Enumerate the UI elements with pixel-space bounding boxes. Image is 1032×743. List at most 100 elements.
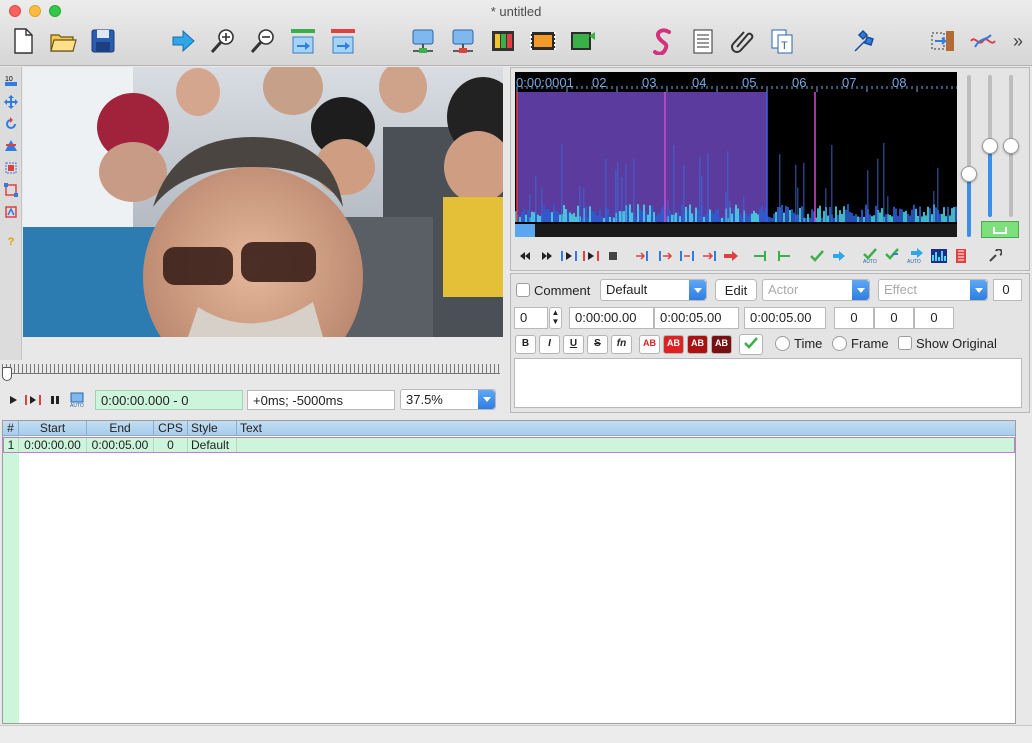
drag-tool-icon[interactable] xyxy=(3,94,19,110)
overflow-chevron-icon[interactable]: » xyxy=(1008,26,1028,56)
snap-end-icon[interactable] xyxy=(328,26,358,56)
standard-tool-icon[interactable]: 10 xyxy=(3,72,19,88)
rotate-xy-tool-icon[interactable] xyxy=(3,138,19,154)
play-500ms-after-icon[interactable] xyxy=(655,245,675,267)
margin-left-field[interactable]: 0 xyxy=(834,307,874,329)
attachments-icon[interactable] xyxy=(728,26,758,56)
play-selection-icon[interactable] xyxy=(559,245,579,267)
auto-next-icon[interactable] xyxy=(883,245,903,267)
italic-button[interactable]: I xyxy=(539,335,560,354)
auto-scroll-icon[interactable]: AUTO xyxy=(67,389,87,411)
play-icon[interactable] xyxy=(3,389,23,411)
styles-manager-icon[interactable] xyxy=(648,26,678,56)
table-row[interactable]: 1 0:00:00.00 0:00:05.00 0 Default xyxy=(3,437,1015,453)
column-header-end[interactable]: End xyxy=(87,421,154,436)
help-icon[interactable]: ? xyxy=(3,234,19,250)
subtitle-grid[interactable]: # Start End CPS Style Text 1 0:00:00.00 … xyxy=(2,420,1016,724)
audio-spectrum[interactable]: 0:00:0001 02 03 04 05 06 07 08 xyxy=(515,72,957,237)
video-time-display[interactable]: 0:00:00.000 - 0 xyxy=(95,390,243,410)
comment-checkbox[interactable] xyxy=(516,283,530,297)
link-sliders-button[interactable] xyxy=(981,221,1019,238)
jump-to-icon[interactable] xyxy=(168,26,198,56)
time-radio[interactable] xyxy=(775,336,790,351)
column-header-start[interactable]: Start xyxy=(19,421,87,436)
effect-select[interactable]: Effect xyxy=(878,279,988,301)
edit-style-button[interactable]: Edit xyxy=(715,279,757,301)
timecodes-icon[interactable] xyxy=(568,26,598,56)
prev-line-icon[interactable] xyxy=(515,245,535,267)
layer-stepper[interactable]: ▲ ▼ xyxy=(549,307,562,329)
play-to-end-icon[interactable] xyxy=(721,245,741,267)
spectrum-mode-icon[interactable] xyxy=(929,245,949,267)
clip-rect-tool-icon[interactable] xyxy=(3,182,19,198)
auto-scroll-audio-icon[interactable]: AUTO xyxy=(905,245,925,267)
subtitle-text-editor[interactable] xyxy=(514,358,1022,408)
column-header-text[interactable]: Text xyxy=(237,421,1015,436)
strikeout-button[interactable]: S xyxy=(587,335,608,354)
column-header-cps[interactable]: CPS xyxy=(154,421,188,436)
audio-volume-slider[interactable] xyxy=(967,75,971,237)
style-select[interactable]: Default xyxy=(600,279,707,301)
zoom-in-icon[interactable] xyxy=(208,26,238,56)
end-time-field[interactable]: 0:00:05.00 xyxy=(654,307,739,329)
layer-field[interactable]: 0 xyxy=(514,307,548,329)
column-header-style[interactable]: Style xyxy=(188,421,237,436)
show-original-checkbox[interactable] xyxy=(898,336,912,350)
translation-icon[interactable]: T xyxy=(768,26,798,56)
properties-icon[interactable] xyxy=(688,26,718,56)
underline-button[interactable]: U xyxy=(563,335,584,354)
zoom-out-icon[interactable] xyxy=(248,26,278,56)
go-to-next-icon[interactable] xyxy=(829,245,849,267)
spell-check-icon[interactable] xyxy=(968,26,998,56)
vertical-zoom-knob[interactable] xyxy=(1003,138,1019,154)
play-last-500ms-icon[interactable] xyxy=(699,245,719,267)
actor-select[interactable]: Actor xyxy=(762,279,870,301)
video-select-icon[interactable] xyxy=(408,26,438,56)
duration-field[interactable]: 0:00:05.00 xyxy=(744,307,826,329)
font-button[interactable]: fn xyxy=(611,335,632,354)
secondary-color-button[interactable]: AB xyxy=(663,335,684,354)
video-select-end-icon[interactable] xyxy=(448,26,478,56)
snap-start-icon[interactable] xyxy=(288,26,318,56)
shadow-color-button[interactable]: AB xyxy=(711,335,732,354)
video-zoom-select[interactable]: 37.5% xyxy=(400,389,496,410)
bold-button[interactable]: B xyxy=(515,335,536,354)
karaoke-mode-icon[interactable] xyxy=(951,245,971,267)
play-500ms-before-icon[interactable] xyxy=(633,245,653,267)
margin-right-field[interactable]: 0 xyxy=(874,307,914,329)
outline-color-button[interactable]: AB xyxy=(687,335,708,354)
next-line-icon[interactable] xyxy=(537,245,557,267)
open-folder-icon[interactable] xyxy=(48,26,78,56)
volume-knob[interactable] xyxy=(961,166,977,182)
stop-icon[interactable] xyxy=(603,245,623,267)
resample-icon[interactable] xyxy=(928,26,958,56)
play-line-icon[interactable] xyxy=(23,389,43,411)
new-file-icon[interactable] xyxy=(8,26,38,56)
keyframes-icon[interactable] xyxy=(488,26,518,56)
automation-icon[interactable] xyxy=(848,26,878,56)
rotate-z-tool-icon[interactable] xyxy=(3,116,19,132)
lead-in-icon[interactable] xyxy=(751,245,771,267)
vector-clip-tool-icon[interactable] xyxy=(3,204,19,220)
commit-icon[interactable] xyxy=(807,245,827,267)
auto-commit-icon[interactable]: AUTO xyxy=(861,245,881,267)
commit-button[interactable] xyxy=(739,334,763,355)
margin-vertical-field[interactable]: 0 xyxy=(914,307,954,329)
seek-thumb[interactable] xyxy=(2,367,12,381)
play-line-audio-icon[interactable] xyxy=(581,245,601,267)
layer-right-field[interactable]: 0 xyxy=(993,279,1022,301)
scale-tool-icon[interactable] xyxy=(3,160,19,176)
lead-out-icon[interactable] xyxy=(773,245,793,267)
video-details-icon[interactable] xyxy=(528,26,558,56)
play-first-500ms-icon[interactable] xyxy=(677,245,697,267)
karaoke-settings-icon[interactable] xyxy=(985,245,1005,267)
start-time-field[interactable]: 0:00:00.00 xyxy=(569,307,654,329)
video-seek-slider[interactable] xyxy=(2,360,500,382)
pause-icon[interactable] xyxy=(45,389,65,411)
video-display[interactable] xyxy=(23,67,503,337)
column-header-number[interactable]: # xyxy=(3,421,19,436)
zoom-knob[interactable] xyxy=(982,138,998,154)
save-icon[interactable] xyxy=(88,26,118,56)
frame-radio[interactable] xyxy=(832,336,847,351)
primary-color-button[interactable]: AB xyxy=(639,335,660,354)
